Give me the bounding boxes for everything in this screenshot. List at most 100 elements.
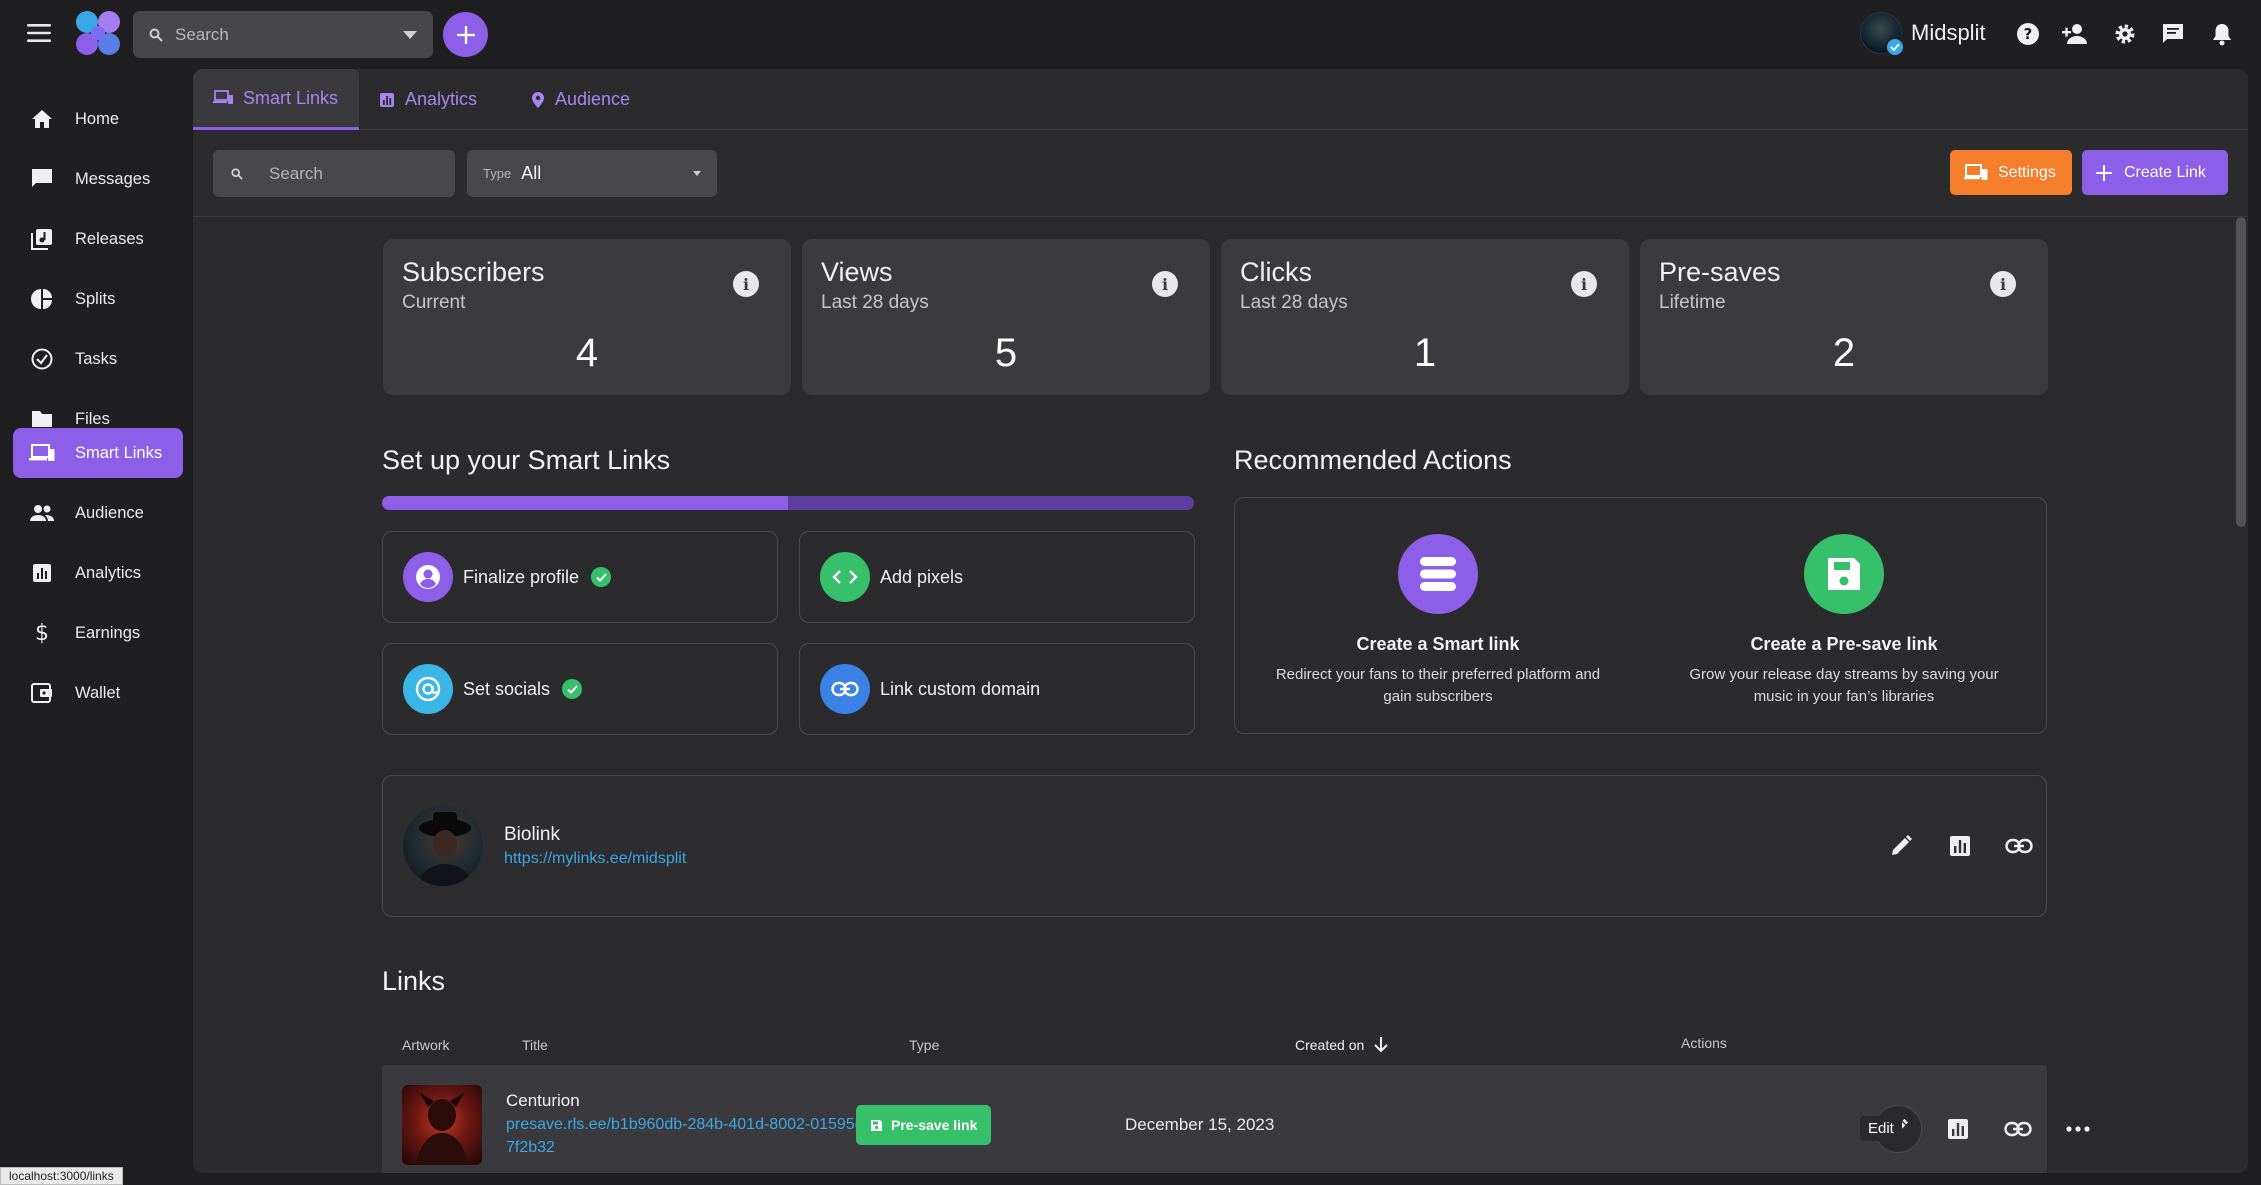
sidebar-item-label: Smart Links [75, 443, 163, 462]
sidebar-item-audience[interactable]: Audience [13, 488, 183, 538]
save-icon [1804, 534, 1884, 614]
sidebar-item-label: Splits [75, 289, 116, 308]
info-icon[interactable]: i [733, 271, 759, 297]
bar-chart-icon [29, 560, 55, 586]
stat-title: Subscribers [402, 257, 545, 287]
pencil-icon[interactable] [1883, 828, 1919, 864]
create-link-button[interactable]: Create Link [2082, 150, 2228, 195]
sidebar-item-home[interactable]: Home [13, 94, 183, 144]
setup-set-socials[interactable]: Set socials [382, 643, 778, 735]
quick-add-button[interactable] [443, 12, 488, 57]
sidebar-item-earnings[interactable]: $ Earnings [13, 608, 183, 658]
link-icon[interactable] [2001, 828, 2037, 864]
info-icon[interactable]: i [1571, 271, 1597, 297]
sidebar: Home Messages Releases Splits Tasks File… [0, 68, 190, 1185]
link-icon [2004, 1121, 2032, 1137]
add-user-icon[interactable] [2059, 17, 2093, 51]
settings-button[interactable]: Settings [1950, 150, 2072, 195]
analytics-button[interactable] [1934, 1105, 1982, 1153]
menu-icon[interactable] [22, 16, 56, 50]
setup-finalize-profile[interactable]: Finalize profile [382, 531, 778, 623]
create-presave-link-action[interactable]: Create a Pre-save link Grow your release… [1641, 498, 2047, 733]
bell-icon[interactable] [2205, 17, 2239, 51]
stat-subtitle: Current [402, 292, 466, 313]
created-date: December 15, 2023 [1125, 1115, 1275, 1134]
sidebar-item-label: Earnings [75, 623, 141, 642]
stat-title: Views [821, 257, 893, 287]
table-row[interactable]: Centurion presave.rls.ee/b1b960db-284b-4… [382, 1065, 2090, 1173]
copy-link-button[interactable] [1994, 1105, 2042, 1153]
biolink-avatar [403, 806, 483, 886]
type-select-label: Type [483, 166, 512, 181]
info-icon[interactable]: i [1990, 271, 2016, 297]
search-input[interactable]: Search [213, 150, 455, 197]
setup-item-label: Link custom domain [880, 678, 1041, 699]
check-circle-icon [29, 346, 55, 372]
search-icon [231, 167, 243, 180]
setup-progress-fill [382, 496, 788, 510]
create-smart-link-action[interactable]: Create a Smart link Redirect your fans t… [1235, 498, 1641, 733]
biolink-url[interactable]: https://mylinks.ee/midsplit [504, 850, 686, 868]
help-icon[interactable]: ? [2011, 17, 2045, 51]
code-icon [820, 552, 870, 602]
gear-icon[interactable] [2108, 17, 2142, 51]
tab-audience[interactable]: Audience [511, 69, 650, 130]
settings-button-label: Settings [1998, 163, 2056, 181]
sidebar-item-splits[interactable]: Splits [13, 274, 183, 324]
caret-down-icon [693, 171, 701, 176]
location-pin-icon [531, 91, 545, 109]
save-icon [870, 1119, 883, 1132]
chat-icon[interactable] [2156, 17, 2190, 51]
stat-value: 4 [575, 331, 599, 375]
stat-value: 1 [1413, 331, 1437, 375]
sidebar-item-tasks[interactable]: Tasks [13, 334, 183, 384]
stat-subtitle: Last 28 days [1240, 292, 1348, 313]
app-logo[interactable] [74, 10, 122, 56]
tab-smart-links[interactable]: Smart Links [193, 69, 359, 130]
sidebar-item-messages[interactable]: Messages [13, 154, 183, 204]
more-options-button[interactable] [2054, 1105, 2102, 1153]
filter-bar: Search Type All Settings Create Link [193, 131, 2248, 217]
setup-link-custom-domain[interactable]: Link custom domain [799, 643, 1195, 735]
stat-card-subscribers: Subscribers Current 4 i [383, 239, 791, 395]
search-icon [149, 28, 163, 42]
column-header-actions: Actions [1681, 1035, 1727, 1051]
releases-icon [29, 226, 55, 252]
tab-analytics[interactable]: Analytics [359, 69, 497, 130]
bar-chart-icon [379, 92, 395, 108]
scrollbar[interactable] [2236, 217, 2246, 527]
setup-item-label: Add pixels [880, 566, 964, 587]
sidebar-item-analytics[interactable]: Analytics [13, 548, 183, 598]
sidebar-item-wallet[interactable]: Wallet [13, 668, 183, 718]
pie-chart-icon [29, 286, 55, 312]
type-select[interactable]: Type All [467, 150, 717, 197]
link-url[interactable]: presave.rls.ee/b1b960db-284b-401d-8002-0… [506, 1113, 866, 1159]
info-icon[interactable]: i [1152, 271, 1178, 297]
wallet-icon [29, 680, 55, 706]
biolink-title: Biolink [504, 824, 560, 845]
sidebar-item-smart-links[interactable]: Smart Links [13, 428, 183, 478]
stat-value: 2 [1832, 331, 1856, 375]
devices-icon [29, 440, 55, 466]
edit-tooltip: Edit [1860, 1116, 1902, 1141]
global-search-input[interactable]: Search [133, 11, 433, 58]
column-header-type: Type [909, 1037, 940, 1053]
tab-label: Analytics [405, 89, 478, 109]
svg-text:$: $ [35, 621, 49, 645]
plus-icon [456, 25, 476, 45]
svg-text:?: ? [2024, 25, 2033, 43]
stat-title: Pre-saves [1659, 257, 1781, 287]
status-bar-url: localhost:3000/links [0, 1167, 123, 1185]
dollar-icon: $ [29, 620, 55, 646]
account-name[interactable]: Midsplit [1911, 20, 1986, 46]
type-badge: Pre-save link [856, 1105, 992, 1145]
action-title: Create a Smart link [1356, 634, 1520, 654]
sidebar-item-releases[interactable]: Releases [13, 214, 183, 264]
stat-value: 5 [994, 331, 1018, 375]
sidebar-item-label: Wallet [75, 683, 121, 702]
bar-chart-icon[interactable] [1942, 828, 1978, 864]
caret-down-icon[interactable] [403, 30, 417, 39]
column-header-created[interactable]: Created on [1295, 1037, 1388, 1053]
link-title: Centurion [506, 1091, 580, 1110]
setup-add-pixels[interactable]: Add pixels [799, 531, 1195, 623]
